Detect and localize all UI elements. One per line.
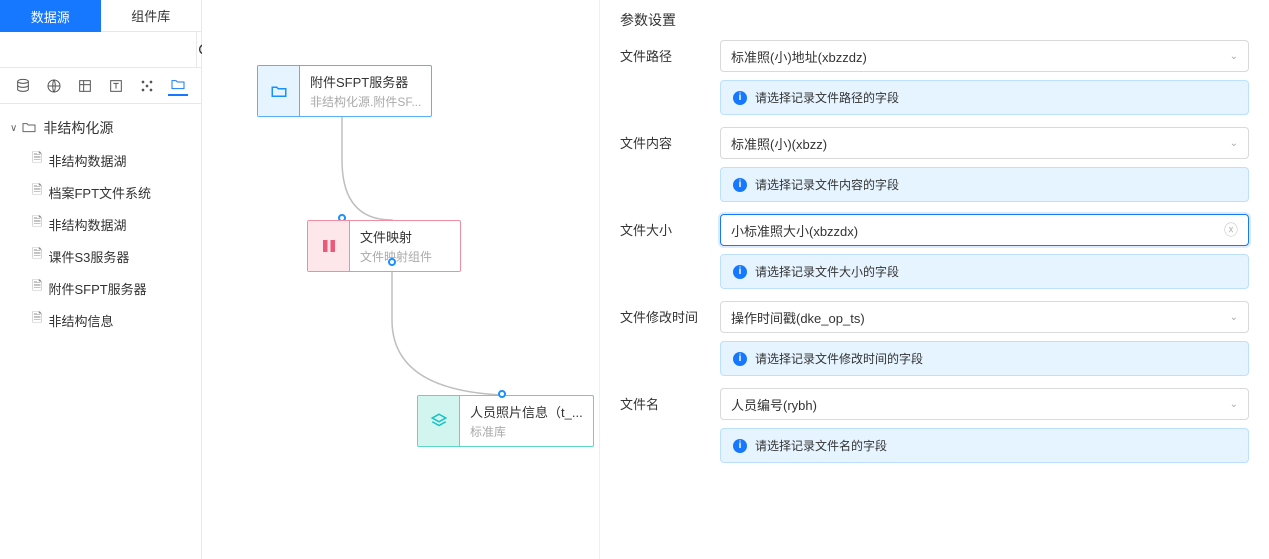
file-icon: 🗎 [32,309,42,331]
tree-item[interactable]: 🗎附件SFPT服务器 [32,272,201,304]
node-target[interactable]: 人员照片信息（t_... 标准库 [417,395,594,447]
file-icon: 🗎 [32,181,42,203]
table-icon[interactable] [75,76,95,96]
tree-item[interactable]: 🗎非结构数据湖 [32,144,201,176]
hint: i 请选择记录文件路径的字段 [720,80,1249,115]
form-label: 文件名 [620,388,720,463]
port[interactable] [388,258,396,266]
info-icon: i [733,265,747,279]
info-icon: i [733,178,747,192]
chevron-down-icon: ⌄ [1230,399,1238,410]
node-title: 附件SFPT服务器 [310,72,421,91]
node-subtitle: 标准库 [470,423,583,440]
hint: i 请选择记录文件大小的字段 [720,254,1249,289]
file-icon: 🗎 [32,245,42,267]
tree-item[interactable]: 🗎档案FPT文件系统 [32,176,201,208]
file-icon: 🗎 [32,149,42,171]
mapping-icon [308,221,350,271]
form-row-file-mtime: 文件修改时间 操作时间戳(dke_op_ts) ⌄ i 请选择记录文件修改时间的… [620,301,1249,376]
file-icon: 🗎 [32,277,42,299]
tab-component-lib[interactable]: 组件库 [101,0,202,32]
hint: i 请选择记录文件修改时间的字段 [720,341,1249,376]
node-transform[interactable]: 文件映射 文件映射组件 [307,220,461,272]
form-label: 文件修改时间 [620,301,720,376]
file-icon: 🗎 [32,213,42,235]
chevron-down-icon: ⌄ [1230,138,1238,149]
node-source[interactable]: 附件SFPT服务器 非结构化源.附件SF... [257,65,432,117]
tree-header[interactable]: ∨ 非结构化源 [0,112,201,144]
form-row-file-size: 文件大小 小标准照大小(xbzzdx) ⓧ i 请选择记录文件大小的字段 [620,214,1249,289]
info-icon: i [733,352,747,366]
info-icon: i [733,439,747,453]
canvas[interactable]: 附件SFPT服务器 非结构化源.附件SF... 文件映射 文件映射组件 人员照片… [202,0,599,559]
hint: i 请选择记录文件内容的字段 [720,167,1249,202]
search-row [0,32,201,68]
search-input[interactable] [0,32,196,67]
node-subtitle: 文件映射组件 [360,248,450,265]
select-file-size[interactable]: 小标准照大小(xbzzdx) ⓧ [720,214,1249,246]
chevron-down-icon: ⌄ [1230,312,1238,323]
port[interactable] [498,390,506,398]
globe-icon[interactable] [44,76,64,96]
form-label: 文件内容 [620,127,720,202]
select-file-content[interactable]: 标准照(小)(xbzz) ⌄ [720,127,1249,159]
form-row-file-path: 文件路径 标准照(小)地址(xbzzdz) ⌄ i 请选择记录文件路径的字段 [620,40,1249,115]
database-icon[interactable] [13,76,33,96]
tab-data-source[interactable]: 数据源 [0,0,101,32]
select-file-name[interactable]: 人员编号(rybh) ⌄ [720,388,1249,420]
clear-icon[interactable]: ⓧ [1224,220,1238,240]
tree-item[interactable]: 🗎课件S3服务器 [32,240,201,272]
params-form: 文件路径 标准照(小)地址(xbzzdz) ⌄ i 请选择记录文件路径的字段 文… [600,40,1269,463]
sidebar-tabs: 数据源 组件库 [0,0,201,32]
text-icon[interactable] [106,76,126,96]
sidebar: 数据源 组件库 ∨ 非结构化源 🗎 [0,0,202,559]
form-row-file-content: 文件内容 标准照(小)(xbzz) ⌄ i 请选择记录文件内容的字段 [620,127,1249,202]
hint: i 请选择记录文件名的字段 [720,428,1249,463]
folder-icon[interactable] [168,76,188,96]
folder-icon [258,66,300,116]
form-label: 文件路径 [620,40,720,115]
tree-item[interactable]: 🗎非结构数据湖 [32,208,201,240]
select-file-path[interactable]: 标准照(小)地址(xbzzdz) ⌄ [720,40,1249,72]
source-type-icons [0,68,201,104]
graph-icon[interactable] [137,76,157,96]
tree: ∨ 非结构化源 🗎非结构数据湖 🗎档案FPT文件系统 🗎非结构数据湖 🗎课件S3… [0,104,201,344]
chevron-down-icon: ∨ [10,123,17,134]
chevron-down-icon: ⌄ [1230,51,1238,62]
info-icon: i [733,91,747,105]
node-subtitle: 非结构化源.附件SF... [310,93,421,110]
tree-header-label: 非结构化源 [43,118,113,138]
panel-title: 参数设置 [600,0,1269,40]
node-title: 文件映射 [360,227,450,246]
tree-list: 🗎非结构数据湖 🗎档案FPT文件系统 🗎非结构数据湖 🗎课件S3服务器 🗎附件S… [0,144,201,336]
params-panel: 参数设置 文件路径 标准照(小)地址(xbzzdz) ⌄ i 请选择记录文件路径… [599,0,1269,559]
tree-item[interactable]: 🗎非结构信息 [32,304,201,336]
layers-icon [418,396,460,446]
form-label: 文件大小 [620,214,720,289]
select-file-mtime[interactable]: 操作时间戳(dke_op_ts) ⌄ [720,301,1249,333]
folder-open-icon [21,119,37,138]
form-row-file-name: 文件名 人员编号(rybh) ⌄ i 请选择记录文件名的字段 [620,388,1249,463]
node-title: 人员照片信息（t_... [470,402,583,421]
